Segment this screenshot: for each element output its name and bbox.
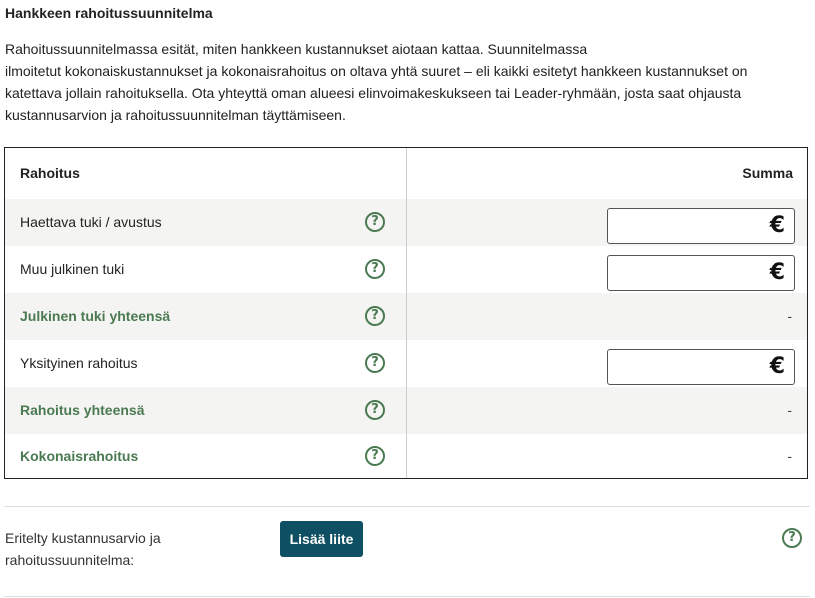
help-icon[interactable]: ? — [782, 528, 802, 548]
intro-text: Rahoitussuunnitelmassa esität, miten han… — [5, 38, 805, 126]
attachment-label: Eritelty kustannusarvio ja rahoitussuunn… — [5, 530, 161, 568]
column-header-funding: Rahoitus — [20, 165, 80, 181]
divider — [4, 596, 810, 597]
help-icon[interactable]: ? — [365, 400, 385, 420]
intro-line: katettava jollain rahoituksella. Ota yht… — [5, 85, 742, 101]
help-icon[interactable]: ? — [365, 353, 385, 373]
column-divider — [406, 148, 407, 478]
euro-icon: € — [769, 260, 785, 285]
divider — [4, 506, 810, 507]
requested-aid-amount-field: € — [607, 208, 795, 244]
help-icon[interactable]: ? — [365, 212, 385, 232]
other-public-aid-amount-field: € — [607, 255, 795, 291]
row-label: Rahoitus yhteensä — [20, 402, 145, 418]
column-header-sum: Summa — [742, 165, 793, 181]
row-label: Julkinen tuki yhteensä — [20, 308, 171, 324]
private-funding-input[interactable] — [608, 350, 774, 384]
help-icon[interactable]: ? — [365, 306, 385, 326]
intro-line: Rahoitussuunnitelmassa esität, miten han… — [5, 41, 588, 57]
row-label: Yksityinen rahoitus — [20, 355, 138, 371]
row-label: Haettava tuki / avustus — [20, 214, 162, 230]
row-label: Muu julkinen tuki — [20, 261, 125, 277]
section-title: Hankkeen rahoitussuunnitelma — [5, 5, 213, 21]
help-icon[interactable]: ? — [365, 259, 385, 279]
overall-funding-value: - — [787, 448, 792, 464]
funding-total-value: - — [787, 402, 792, 418]
euro-icon: € — [769, 354, 785, 379]
funding-table: Rahoitus Summa Haettava tuki / avustus ?… — [4, 147, 808, 479]
add-attachment-button[interactable]: Lisää liite — [280, 521, 363, 557]
other-public-aid-input[interactable] — [608, 256, 774, 290]
help-icon[interactable]: ? — [365, 446, 385, 466]
euro-icon: € — [769, 213, 785, 238]
intro-line: ilmoitetut kokonaiskustannukset ja kokon… — [5, 63, 748, 79]
intro-line: kustannusarvion ja rahoitussuunnitelman … — [5, 107, 346, 123]
private-funding-amount-field: € — [607, 349, 795, 385]
requested-aid-input[interactable] — [608, 209, 774, 243]
public-aid-total-value: - — [787, 308, 792, 324]
row-label: Kokonaisrahoitus — [20, 448, 139, 464]
